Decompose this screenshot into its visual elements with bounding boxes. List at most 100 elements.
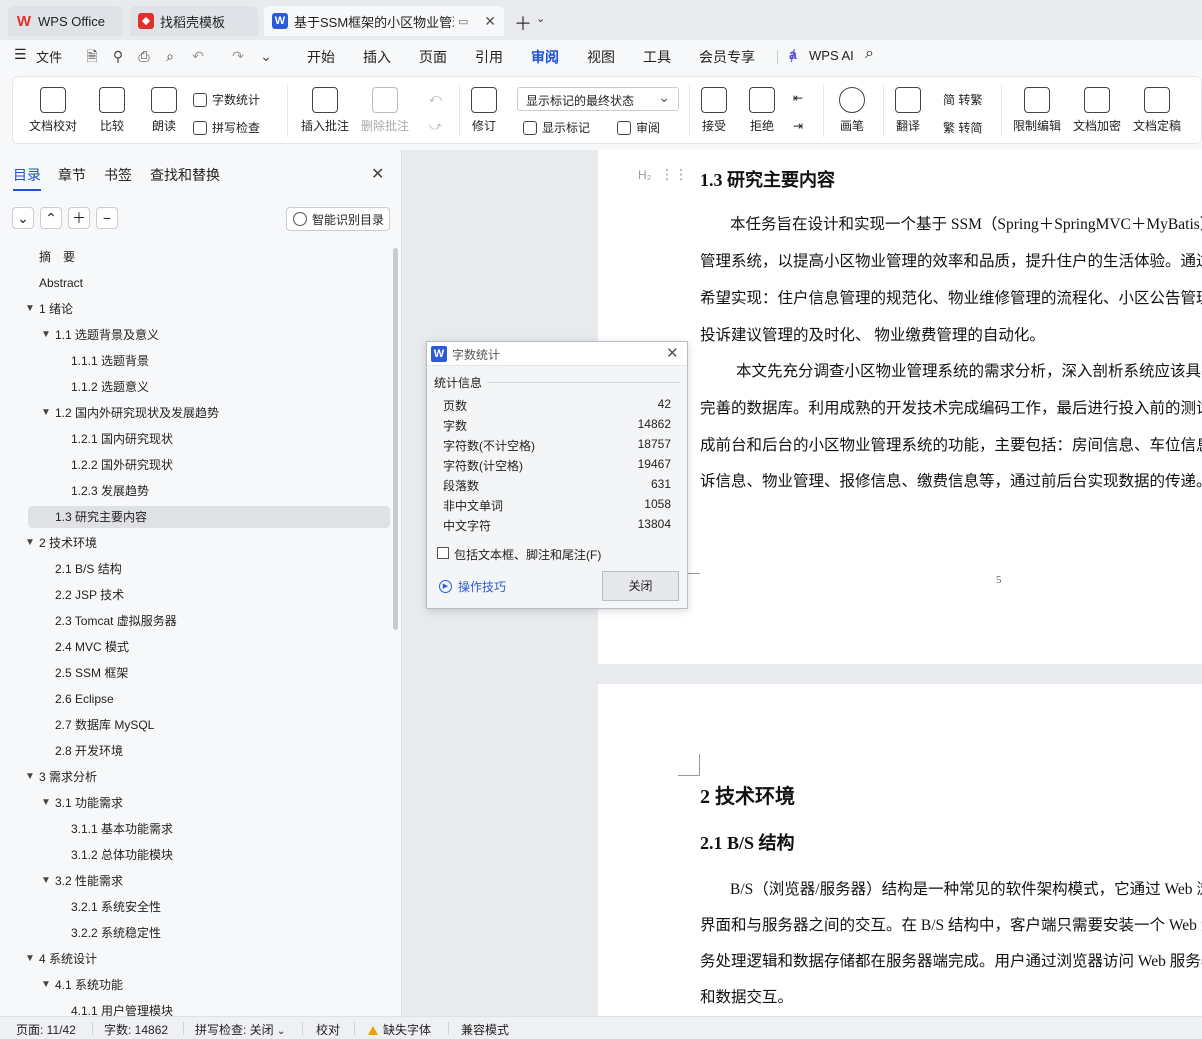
word-count-button[interactable]: 字数统计 bbox=[193, 91, 260, 108]
toc-item[interactable]: 摘 要 bbox=[0, 246, 390, 268]
read-aloud-button[interactable]: 朗读 bbox=[151, 87, 177, 134]
dialog-titlebar[interactable]: W 字数统计 ✕ bbox=[427, 342, 687, 366]
nav-tab-sections[interactable]: 章节 bbox=[58, 165, 86, 185]
print-preview-icon[interactable]: ⌕ bbox=[162, 48, 178, 64]
link-icon[interactable]: ⚲ bbox=[110, 48, 126, 64]
expand-caret-icon[interactable]: ▼ bbox=[41, 402, 51, 424]
prev-change-icon[interactable]: ⇤ bbox=[793, 91, 803, 105]
search-icon[interactable]: ⌕ bbox=[865, 45, 874, 63]
chevron-down-icon[interactable]: ⌄ bbox=[536, 12, 545, 25]
new-tab-icon[interactable]: ＋ bbox=[514, 10, 532, 36]
toc-item[interactable]: 2.5 SSM 框架 bbox=[0, 662, 390, 684]
toc-item[interactable]: ▼ 3.1 功能需求 bbox=[0, 792, 390, 814]
print-icon[interactable]: ⎙ bbox=[136, 48, 152, 64]
toc-item[interactable]: 1.2.2 国外研究现状 bbox=[0, 454, 390, 476]
undo-icon[interactable]: ↶ bbox=[190, 48, 206, 64]
nav-tab-toc[interactable]: 目录 bbox=[13, 165, 41, 191]
menu-insert[interactable]: 插入 bbox=[363, 47, 391, 67]
page-indicator[interactable]: 页面: 11/42 bbox=[16, 1021, 76, 1038]
toc-item[interactable]: ▼ 3.2 性能需求 bbox=[0, 870, 390, 892]
remove-heading-button[interactable]: − bbox=[96, 207, 118, 229]
expand-caret-icon[interactable]: ▼ bbox=[25, 766, 35, 788]
missing-font-indicator[interactable]: 缺失字体 bbox=[368, 1021, 431, 1038]
toc-item[interactable]: 1.2.1 国内研究现状 bbox=[0, 428, 390, 450]
close-icon[interactable]: ✕ bbox=[371, 164, 384, 184]
tips-link[interactable]: ▶ 操作技巧 bbox=[439, 578, 506, 595]
toc-item[interactable]: 2.1 B/S 结构 bbox=[0, 558, 390, 580]
toc-item[interactable]: 3.1.2 总体功能模块 bbox=[0, 844, 390, 866]
toc-item[interactable]: 2.6 Eclipse bbox=[0, 688, 390, 710]
include-textboxes-label[interactable]: 包括文本框、脚注和尾注(F) bbox=[454, 546, 601, 563]
toc-item[interactable]: 1.1.1 选题背景 bbox=[0, 350, 390, 372]
expand-caret-icon[interactable]: ▼ bbox=[25, 532, 35, 554]
drag-handle-icon[interactable]: ⋮⋮ bbox=[660, 166, 688, 183]
toc-item[interactable]: 3.2.1 系统安全性 bbox=[0, 896, 390, 918]
delete-comment-button[interactable]: 删除批注 bbox=[361, 87, 409, 134]
compare-button[interactable]: 比较 bbox=[99, 87, 125, 134]
expand-caret-icon[interactable]: ▼ bbox=[41, 792, 51, 814]
word-count-indicator[interactable]: 字数: 14862 bbox=[104, 1021, 168, 1038]
hamburger-icon[interactable]: ☰ bbox=[14, 46, 27, 63]
menu-home[interactable]: 开始 bbox=[307, 47, 335, 67]
markup-state-select[interactable]: 显示标记的最终状态 bbox=[517, 87, 679, 111]
to-traditional-button[interactable]: 简 转繁 bbox=[943, 91, 982, 108]
toc-item[interactable]: ▼ 2 技术环境 bbox=[0, 532, 390, 554]
spell-check-indicator[interactable]: 拼写检查: 关闭 ⌄ bbox=[195, 1021, 285, 1038]
translate-button[interactable]: 翻译 bbox=[895, 87, 921, 134]
redo-icon[interactable]: ↷ bbox=[230, 48, 246, 64]
expand-caret-icon[interactable]: ▼ bbox=[41, 324, 51, 346]
toc-item[interactable]: ▼ 4 系统设计 bbox=[0, 948, 390, 970]
toc-item[interactable]: 2.8 开发环境 bbox=[0, 740, 390, 762]
expand-caret-icon[interactable]: ▼ bbox=[41, 974, 51, 996]
restrict-edit-button[interactable]: 限制编辑 bbox=[1013, 87, 1061, 134]
toc-item[interactable]: ▼ 1.2 国内外研究现状及发展趋势 bbox=[0, 402, 390, 424]
menu-view[interactable]: 视图 bbox=[587, 47, 615, 67]
menu-wps-ai[interactable]: WPS AI bbox=[809, 48, 854, 63]
toc-item[interactable]: ▼ 1 绪论 bbox=[0, 298, 390, 320]
pen-button[interactable]: 画笔 bbox=[839, 87, 865, 134]
toc-item[interactable]: 2.3 Tomcat 虚拟服务器 bbox=[0, 610, 390, 632]
tab-document[interactable]: W 基于SSM框架的小区物业管理 ▭ ✕ bbox=[264, 6, 504, 36]
nav-tab-bookmarks[interactable]: 书签 bbox=[104, 165, 132, 185]
menu-file[interactable]: 文件 bbox=[36, 47, 62, 66]
show-markup-button[interactable]: 显示标记 bbox=[523, 119, 590, 136]
chevron-down-icon[interactable]: ⌄ bbox=[258, 48, 274, 64]
reject-button[interactable]: 拒绝 bbox=[749, 87, 775, 134]
insert-comment-button[interactable]: 插入批注 bbox=[301, 87, 349, 134]
doc-proofread-button[interactable]: 文档校对 bbox=[29, 87, 77, 134]
collapse-all-button[interactable]: ⌄ bbox=[12, 207, 34, 229]
review-pane-button[interactable]: 审阅 bbox=[617, 119, 660, 136]
expand-caret-icon[interactable]: ▼ bbox=[25, 298, 35, 320]
expand-caret-icon[interactable]: ▼ bbox=[41, 870, 51, 892]
close-tab-icon[interactable]: ✕ bbox=[484, 13, 496, 30]
toc-item[interactable]: 1.1.2 选题意义 bbox=[0, 376, 390, 398]
accept-button[interactable]: 接受 bbox=[701, 87, 727, 134]
menu-page[interactable]: 页面 bbox=[419, 47, 447, 67]
menu-tools[interactable]: 工具 bbox=[643, 47, 671, 67]
save-icon[interactable]: 🗎 bbox=[84, 48, 100, 64]
prev-comment-icon[interactable]: ⤺ bbox=[429, 91, 442, 106]
proofread-indicator[interactable]: 校对 bbox=[316, 1021, 340, 1038]
nav-tab-find-replace[interactable]: 查找和替换 bbox=[150, 165, 220, 185]
menu-reference[interactable]: 引用 bbox=[475, 47, 503, 67]
toc-item[interactable]: ▼ 1.1 选题背景及意义 bbox=[0, 324, 390, 346]
spell-check-button[interactable]: 拼写检查 bbox=[193, 119, 260, 136]
finalize-button[interactable]: 文档定稿 bbox=[1133, 87, 1181, 134]
close-icon[interactable]: ✕ bbox=[666, 344, 679, 362]
tab-docer[interactable]: ⬥ 找稻壳模板 bbox=[130, 6, 258, 36]
toc-item[interactable]: 3.2.2 系统稳定性 bbox=[0, 922, 390, 944]
toc-item[interactable]: 3.1.1 基本功能需求 bbox=[0, 818, 390, 840]
menu-review[interactable]: 审阅 bbox=[531, 47, 559, 74]
track-changes-button[interactable]: 修订 bbox=[471, 87, 497, 134]
to-simplified-button[interactable]: 繁 转简 bbox=[943, 119, 982, 136]
toc-item[interactable]: 1.2.3 发展趋势 bbox=[0, 480, 390, 502]
toc-item[interactable]: 2.2 JSP 技术 bbox=[0, 584, 390, 606]
close-button[interactable]: 关闭 bbox=[602, 571, 679, 601]
menu-member[interactable]: 会员专享 bbox=[699, 47, 755, 67]
next-comment-icon[interactable]: ⤻ bbox=[429, 119, 442, 134]
toc-item[interactable]: 1.3 研究主要内容 bbox=[28, 506, 390, 528]
toc-item[interactable]: 2.4 MVC 模式 bbox=[0, 636, 390, 658]
smart-toc-button[interactable]: 智能识别目录 bbox=[286, 207, 390, 231]
add-heading-button[interactable]: ＋ bbox=[68, 207, 90, 229]
toc-item[interactable]: ▼ 3 需求分析 bbox=[0, 766, 390, 788]
